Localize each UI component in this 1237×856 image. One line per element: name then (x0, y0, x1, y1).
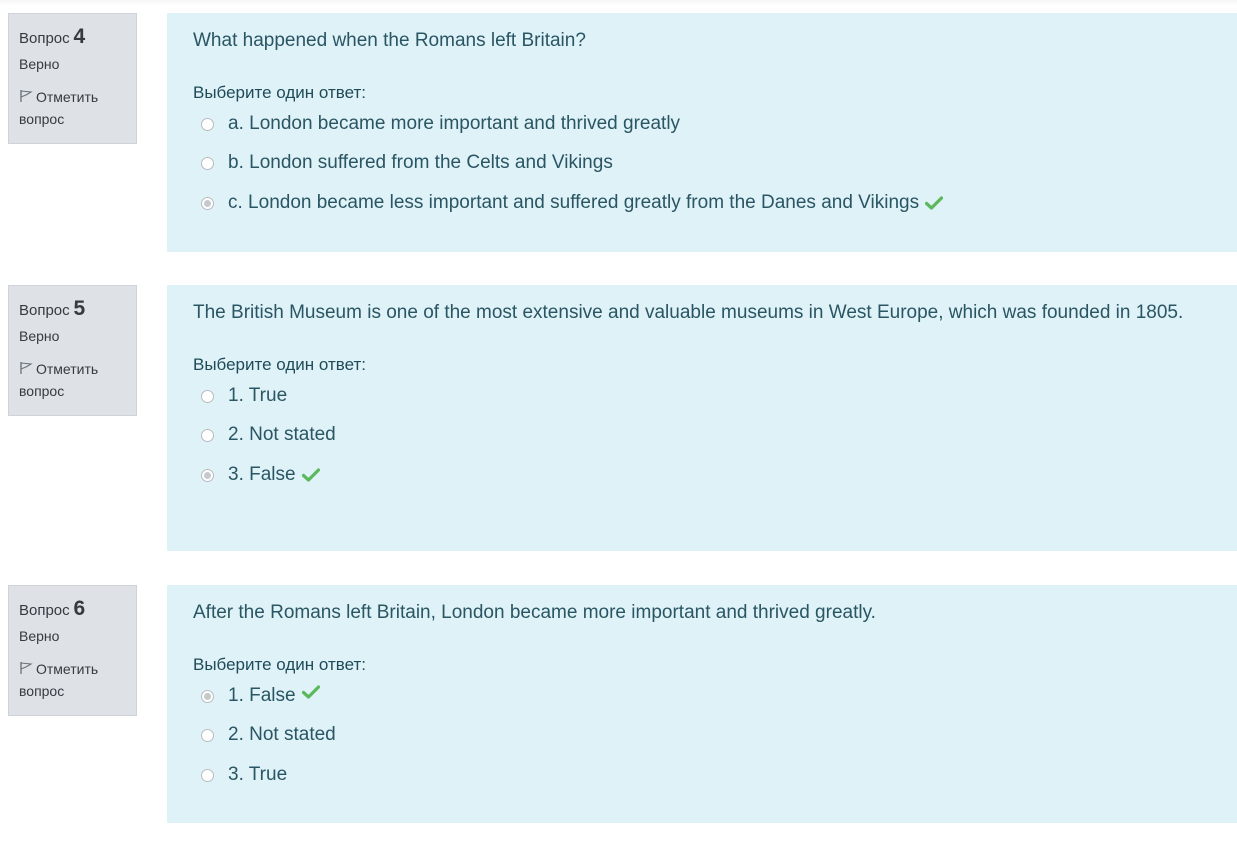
answer-option[interactable]: 3. False (193, 455, 1221, 495)
question-state: Верно (19, 56, 60, 72)
question-info: Вопрос 6 Верно Отметить вопрос (8, 585, 137, 716)
flag-icon (20, 362, 33, 374)
question-text: After the Romans left Britain, London be… (193, 602, 876, 623)
answer-label: 1. True (228, 385, 288, 406)
radio-button[interactable] (201, 156, 214, 170)
question-label: Вопрос (19, 302, 70, 319)
question-info: Вопрос 5 Верно Отметить вопрос (8, 285, 137, 416)
question-number: 4 (73, 25, 86, 48)
question-number: 5 (73, 297, 86, 320)
answer-option[interactable]: c. London became less important and suff… (193, 183, 1221, 223)
answer-option[interactable]: 1. False (193, 683, 1221, 715)
top-shadow (0, 0, 1237, 6)
answer-prompt: Выберите один ответ: (193, 83, 366, 102)
answer-prompt: Выберите один ответ: (193, 355, 366, 374)
question-content: The British Museum is one of the most ex… (167, 285, 1237, 551)
answer-option[interactable]: 2. Not stated (193, 715, 1221, 755)
question-text: What happened when the Romans left Brita… (193, 30, 586, 51)
radio-button-selected[interactable] (201, 690, 214, 703)
answer-option[interactable]: 1. True (193, 383, 1221, 415)
question-content: What happened when the Romans left Brita… (167, 13, 1237, 252)
radio-button[interactable] (201, 118, 214, 131)
radio-button[interactable] (201, 390, 214, 403)
answer-option[interactable]: b. London suffered from the Celts and Vi… (193, 143, 1221, 183)
radio-button[interactable] (201, 768, 214, 782)
answer-label: 3. True (228, 764, 288, 785)
question-number: 6 (73, 597, 86, 620)
question-info: Вопрос 4 Верно Отметить вопрос (8, 13, 137, 144)
question-label: Вопрос (19, 602, 70, 619)
question-state: Верно (19, 628, 60, 644)
answer-label: 3. False (228, 464, 296, 485)
answer-label: a. London became more important and thri… (228, 113, 681, 134)
radio-button-selected[interactable] (201, 468, 214, 482)
answer-option[interactable]: a. London became more important and thri… (193, 111, 1221, 143)
answer-label: b. London suffered from the Celts and Vi… (228, 152, 613, 173)
radio-button[interactable] (201, 728, 214, 742)
answer-option[interactable]: 3. True (193, 755, 1221, 795)
answer-prompt: Выберите один ответ: (193, 655, 366, 674)
question-label: Вопрос (19, 30, 70, 47)
check-icon (301, 468, 320, 482)
answer-label: 2. Not stated (228, 424, 336, 445)
flag-question-link[interactable]: Отметить вопрос (19, 86, 126, 130)
answer-list: a. London became more important and thri… (193, 111, 1221, 223)
flag-icon (20, 90, 33, 102)
radio-button-selected[interactable] (201, 196, 214, 210)
answer-label: 2. Not stated (228, 724, 336, 745)
answer-label: 1. False (228, 685, 296, 706)
question-content: After the Romans left Britain, London be… (167, 585, 1237, 823)
radio-button[interactable] (201, 428, 214, 442)
check-icon (925, 196, 944, 210)
answer-option[interactable]: 2. Not stated (193, 415, 1221, 455)
flag-question-link[interactable]: Отметить вопрос (19, 658, 126, 702)
answer-label: c. London became less important and suff… (228, 192, 920, 213)
answer-list: 1. True 2. Not stated 3. False (193, 383, 1221, 495)
question-state: Верно (19, 328, 60, 344)
question-text: The British Museum is one of the most ex… (193, 302, 1184, 323)
answer-list: 1. False 2. Not stated 3. True (193, 683, 1221, 795)
check-icon (301, 685, 320, 699)
flag-question-link[interactable]: Отметить вопрос (19, 358, 126, 402)
flag-icon (20, 662, 33, 674)
